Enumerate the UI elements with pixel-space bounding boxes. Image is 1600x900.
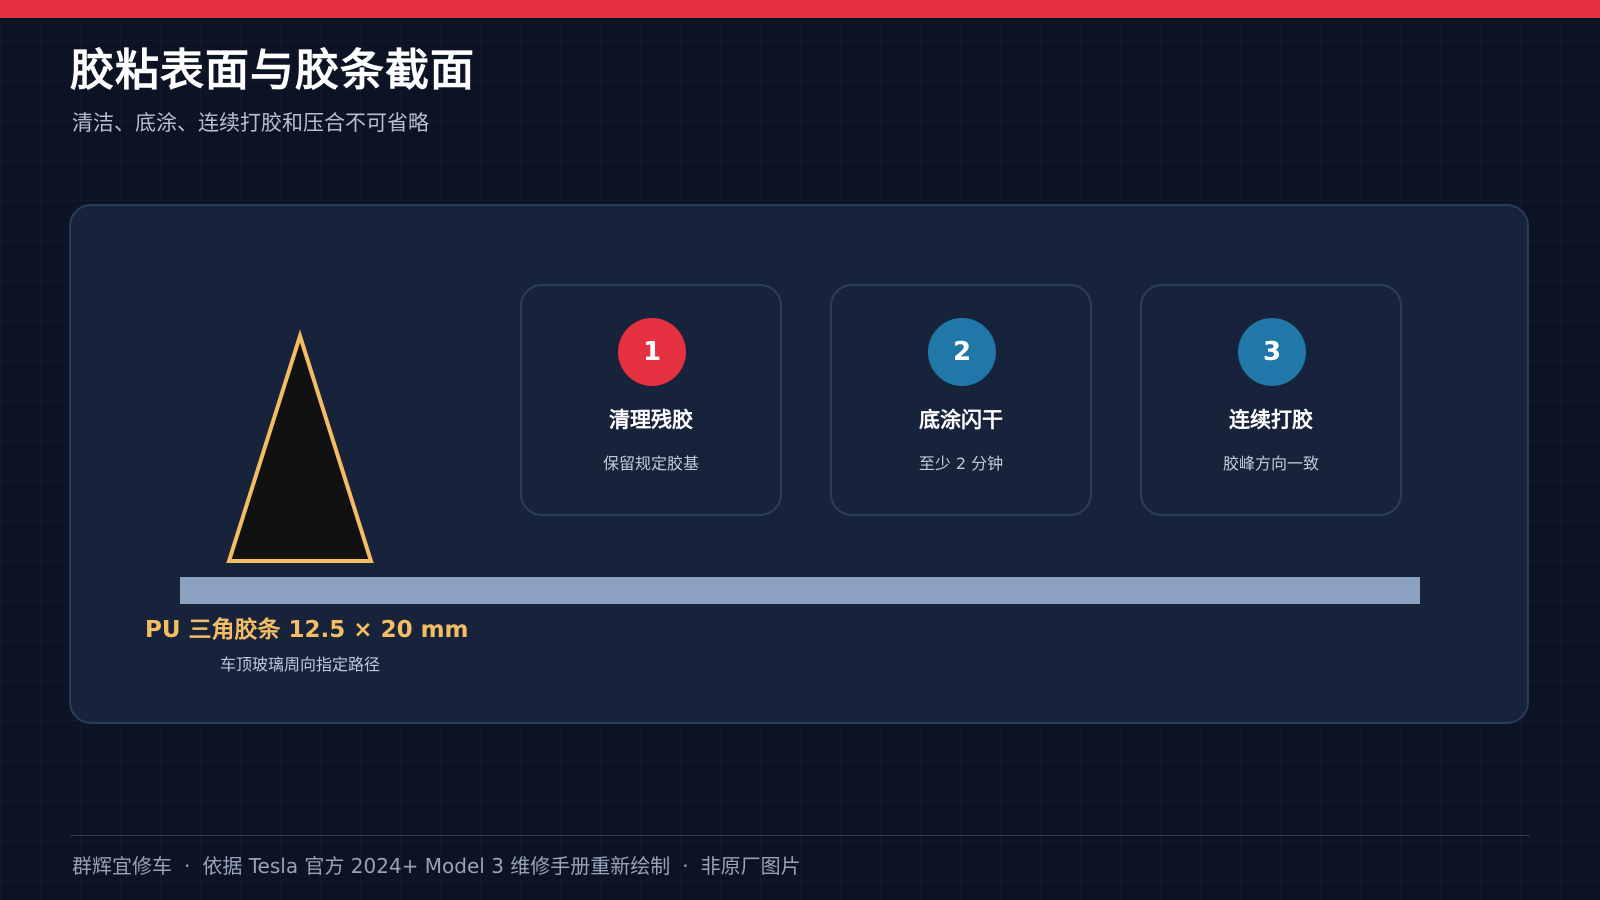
- footer: 群辉宜修车 · 依据 Tesla 官方 2024+ Model 3 维修手册重新绘制…: [72, 850, 801, 879]
- step-card-bead: 3 连续打胶 胶峰方向一致: [1140, 284, 1402, 516]
- step-title: 底涂闪干: [919, 408, 1003, 432]
- step-description: 至少 2 分钟: [918, 454, 1004, 473]
- footer-divider: [70, 835, 1530, 836]
- footer-source: 依据 Tesla 官方 2024+ Model 3 维修手册重新绘制: [202, 854, 671, 878]
- step-title: 清理残胶: [609, 408, 693, 432]
- step-title: 连续打胶: [1229, 408, 1313, 432]
- step-description: 胶峰方向一致: [1222, 454, 1319, 473]
- footer-separator: ·: [682, 854, 689, 878]
- step-number-badge: 1: [618, 318, 686, 386]
- bead-path-caption: 车顶玻璃周向指定路径: [219, 655, 380, 674]
- step-card-primer: 2 底涂闪干 至少 2 分钟: [830, 284, 1092, 516]
- step-card-clean: 1 清理残胶 保留规定胶基: [520, 284, 782, 516]
- footer-separator: ·: [184, 854, 191, 878]
- footer-brand: 群辉宜修车: [72, 854, 172, 878]
- step-description: 保留规定胶基: [602, 454, 699, 473]
- pu-bead-triangle: [226, 329, 374, 563]
- footer-note: 非原厂图片: [700, 854, 801, 878]
- glass-substrate-strip: [180, 577, 1420, 604]
- step-number-badge: 3: [1238, 318, 1306, 386]
- bead-spec-label: PU 三角胶条 12.5 × 20 mm: [145, 617, 469, 643]
- step-number-badge: 2: [928, 318, 996, 386]
